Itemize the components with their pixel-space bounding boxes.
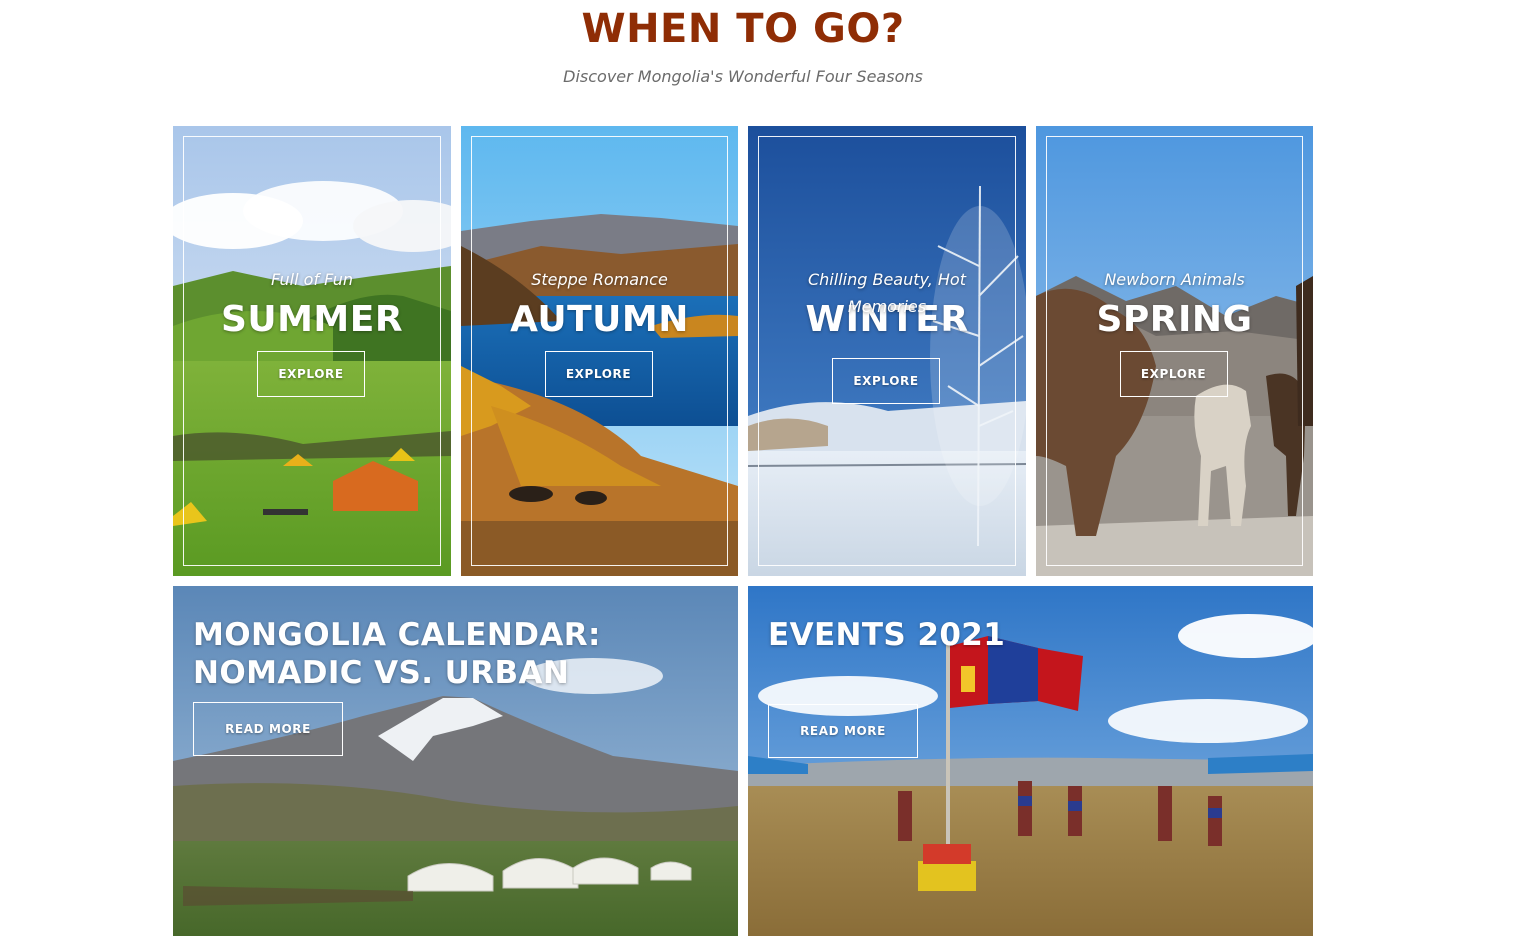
season-title: SUMMER bbox=[220, 299, 404, 340]
season-subtitle: Newborn Animals bbox=[1104, 270, 1245, 289]
explore-spring-button[interactable]: EXPLORE bbox=[1119, 351, 1228, 397]
card-frame bbox=[758, 136, 1016, 566]
explore-winter-button[interactable]: EXPLORE bbox=[832, 358, 940, 404]
season-card-summer[interactable]: SUMMER Full of Fun EXPLORE bbox=[173, 126, 451, 576]
explore-summer-button[interactable]: EXPLORE bbox=[257, 351, 365, 397]
feature-title: MONGOLIA CALENDAR: NOMADIC VS. URBAN bbox=[193, 617, 601, 691]
explore-autumn-button[interactable]: EXPLORE bbox=[544, 351, 653, 397]
season-card-spring[interactable]: SPRING Newborn Animals EXPLORE bbox=[1036, 126, 1313, 576]
season-card-winter[interactable]: WINTER Chilling Beauty, Hot Memories EXP… bbox=[748, 126, 1026, 576]
feature-card-calendar[interactable]: MONGOLIA CALENDAR: NOMADIC VS. URBAN REA… bbox=[173, 586, 738, 936]
read-more-events-button[interactable]: READ MORE bbox=[768, 704, 918, 758]
section-subtitle: Discover Mongolia's Wonderful Four Seaso… bbox=[563, 67, 923, 86]
season-title: AUTUMN bbox=[510, 299, 689, 340]
season-card-autumn[interactable]: AUTUMN Steppe Romance EXPLORE bbox=[461, 126, 738, 576]
feature-title: EVENTS 2021 bbox=[768, 617, 1006, 653]
season-subtitle: Chilling Beauty, Hot Memories bbox=[807, 270, 966, 316]
season-title: SPRING bbox=[1096, 299, 1253, 340]
season-subtitle: Steppe Romance bbox=[531, 270, 668, 289]
feature-card-events[interactable]: EVENTS 2021 READ MORE bbox=[748, 586, 1313, 936]
season-subtitle: Full of Fun bbox=[270, 270, 353, 289]
read-more-calendar-button[interactable]: READ MORE bbox=[193, 702, 343, 756]
section-title: WHEN TO GO? bbox=[581, 6, 905, 52]
when-to-go-section: WHEN TO GO? Discover Mongolia's Wonderfu… bbox=[0, 0, 1523, 942]
